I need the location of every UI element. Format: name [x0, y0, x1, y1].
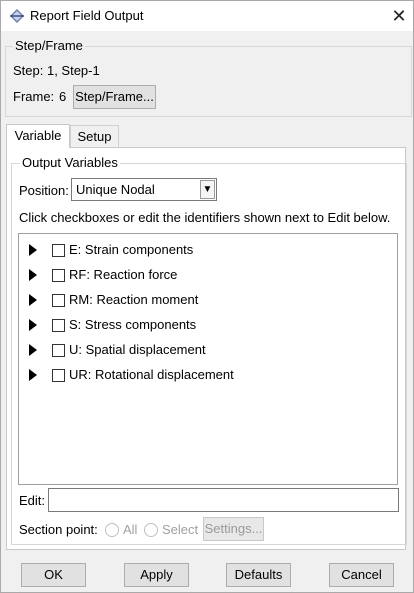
checkbox-u[interactable]	[52, 344, 65, 357]
tree-item-label: U: Spatial displacement	[69, 342, 206, 357]
tree-item-label: E: Strain components	[69, 242, 194, 257]
step-text: Step: 1, Step-1	[13, 63, 100, 78]
radio-all[interactable]	[105, 523, 119, 537]
radio-all-label: All	[123, 522, 138, 537]
cancel-button[interactable]: Cancel	[329, 563, 394, 587]
checkbox-s[interactable]	[52, 319, 65, 332]
defaults-button[interactable]: Defaults	[226, 563, 291, 587]
edit-label: Edit:	[19, 493, 46, 508]
app-icon	[10, 9, 24, 23]
report-field-output-dialog: Report Field Output ✕ Step/Frame Step: 1…	[0, 0, 414, 593]
expand-arrow-icon[interactable]	[29, 244, 37, 256]
radio-select-label: Select	[162, 522, 199, 537]
radio-select[interactable]	[144, 523, 158, 537]
checkbox-rm[interactable]	[52, 294, 65, 307]
step-frame-group	[5, 46, 412, 117]
instructions-text: Click checkboxes or edit the identifiers…	[19, 210, 391, 225]
tree-item-ur[interactable]: UR: Rotational displacement	[19, 364, 389, 386]
chevron-down-icon[interactable]: ▼	[200, 180, 215, 199]
close-icon[interactable]: ✕	[388, 5, 410, 27]
title-bar[interactable]: Report Field Output ✕	[1, 1, 413, 31]
expand-arrow-icon[interactable]	[29, 319, 37, 331]
tree-item-rf[interactable]: RF: Reaction force	[19, 264, 389, 286]
tab-variable[interactable]: Variable	[6, 124, 70, 148]
frame-label: Frame:	[13, 89, 55, 104]
window-title: Report Field Output	[30, 8, 144, 23]
tree-item-label: RM: Reaction moment	[69, 292, 199, 307]
expand-arrow-icon[interactable]	[29, 369, 37, 381]
position-select[interactable]: Unique Nodal ▼	[71, 178, 217, 201]
checkbox-e[interactable]	[52, 244, 65, 257]
tree-item-rm[interactable]: RM: Reaction moment	[19, 289, 389, 311]
output-variables-tree[interactable]: E: Strain components RF: Reaction force …	[18, 233, 398, 485]
apply-button[interactable]: Apply	[124, 563, 189, 587]
position-label: Position:	[19, 183, 69, 198]
tab-setup[interactable]: Setup	[70, 125, 119, 147]
tree-item-s[interactable]: S: Stress components	[19, 314, 389, 336]
tree-item-label: S: Stress components	[69, 317, 197, 332]
step-frame-button[interactable]: Step/Frame...	[73, 85, 156, 109]
tree-item-label: UR: Rotational displacement	[69, 367, 234, 382]
tree-item-e[interactable]: E: Strain components	[19, 239, 389, 261]
tree-item-label: RF: Reaction force	[69, 267, 178, 282]
tree-item-u[interactable]: U: Spatial displacement	[19, 339, 389, 361]
settings-button[interactable]: Settings...	[203, 517, 264, 541]
frame-value: 6	[59, 89, 67, 104]
step-frame-group-label: Step/Frame	[13, 38, 85, 53]
expand-arrow-icon[interactable]	[29, 344, 37, 356]
ok-button[interactable]: OK	[21, 563, 86, 587]
checkbox-rf[interactable]	[52, 269, 65, 282]
position-select-value: Unique Nodal	[76, 182, 155, 197]
output-variables-group-label: Output Variables	[20, 155, 120, 170]
section-point-label: Section point:	[19, 522, 98, 537]
checkbox-ur[interactable]	[52, 369, 65, 382]
expand-arrow-icon[interactable]	[29, 269, 37, 281]
edit-field[interactable]	[48, 488, 399, 512]
expand-arrow-icon[interactable]	[29, 294, 37, 306]
